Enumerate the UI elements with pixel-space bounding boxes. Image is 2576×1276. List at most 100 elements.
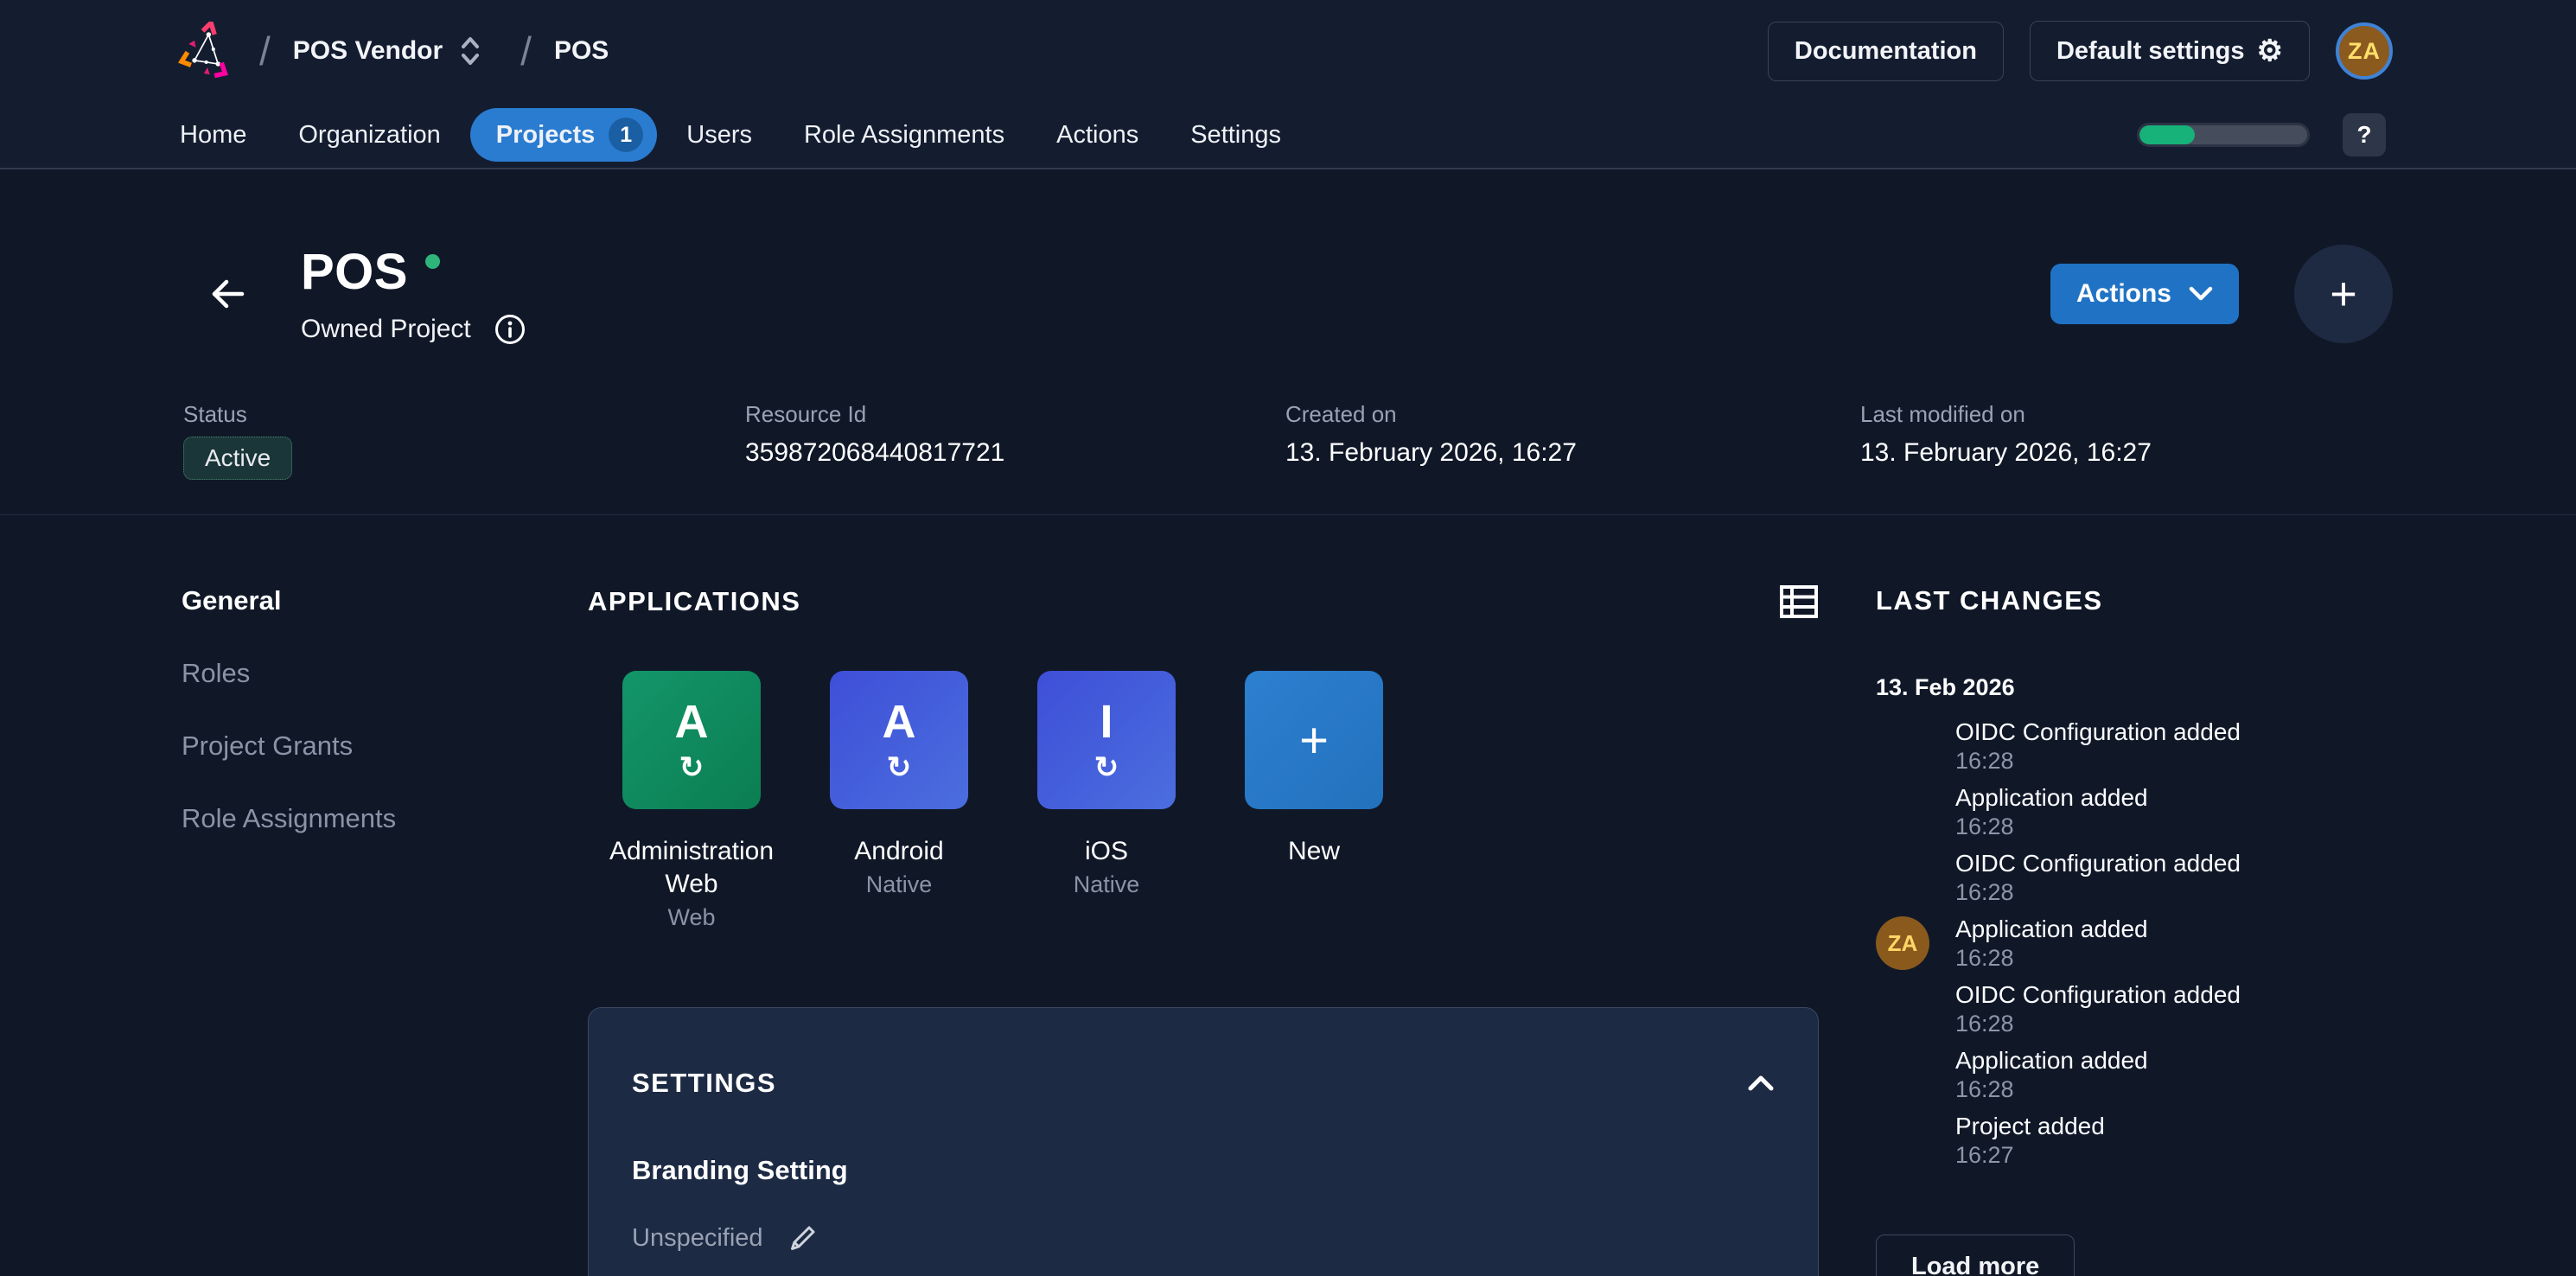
- main-column: APPLICATIONS A ↻ Administrat: [588, 515, 1819, 1276]
- default-settings-button[interactable]: Default settings ⚙: [2030, 21, 2310, 81]
- application-tiles: A ↻ Administration Web Web A ↻ Android N…: [588, 671, 1819, 931]
- app-type: Web: [667, 904, 715, 931]
- sidebar-item-general[interactable]: General: [182, 584, 588, 617]
- app-name[interactable]: Administration Web: [592, 835, 791, 901]
- resource-id-label: Resource Id: [745, 401, 1285, 428]
- status-label: Status: [183, 401, 745, 428]
- change-event[interactable]: OIDC Configuration added 16:28: [1876, 849, 2394, 906]
- last-changes-panel: LAST CHANGES 13. Feb 2026 OIDC Configura…: [1819, 515, 2394, 1276]
- change-event[interactable]: Project added 16:27: [1876, 1112, 2394, 1169]
- change-events: OIDC Configuration added 16:28 Applicati…: [1876, 718, 2394, 1169]
- settings-card: SETTINGS Branding Setting Unspecified: [588, 1007, 1819, 1276]
- breadcrumb-org[interactable]: POS Vendor: [293, 36, 443, 66]
- last-changes-heading: LAST CHANGES: [1876, 584, 2394, 617]
- nav-tabs: Home Organization Projects 1 Users Role …: [157, 108, 1304, 162]
- change-event[interactable]: ZA Application added 16:28: [1876, 915, 2394, 972]
- side-navigation: General Roles Project Grants Role Assign…: [182, 515, 588, 1276]
- chevron-down-icon: [2189, 286, 2213, 302]
- documentation-button[interactable]: Documentation: [1768, 22, 2004, 81]
- app-name[interactable]: Android: [854, 835, 943, 868]
- sidebar-item-roles[interactable]: Roles: [182, 657, 588, 690]
- app-card-new: + New: [1210, 671, 1418, 931]
- collapse-button[interactable]: [1747, 1075, 1775, 1092]
- nav-tab-role-assignments[interactable]: Role Assignments: [781, 111, 1027, 160]
- meta-created: Created on 13. February 2026, 16:27: [1285, 401, 1860, 480]
- info-icon[interactable]: [494, 313, 526, 346]
- change-event[interactable]: Application added 16:28: [1876, 1046, 2394, 1103]
- top-bar: / POS Vendor / POS Documentation Default…: [0, 0, 2576, 169]
- change-event[interactable]: OIDC Configuration added 16:28: [1876, 980, 2394, 1037]
- nav-tab-actions[interactable]: Actions: [1034, 111, 1161, 160]
- sidebar-item-project-grants[interactable]: Project Grants: [182, 730, 588, 762]
- back-button[interactable]: [207, 274, 247, 314]
- nav-tab-settings[interactable]: Settings: [1168, 111, 1304, 160]
- active-status-dot: [425, 254, 440, 269]
- breadcrumb-project[interactable]: POS: [554, 36, 609, 66]
- event-user-avatar: ZA: [1876, 916, 1929, 970]
- branding-setting-value: Unspecified: [632, 1224, 763, 1253]
- app-card-administration-web: A ↻ Administration Web Web: [588, 671, 795, 931]
- created-value: 13. February 2026, 16:27: [1285, 438, 1860, 468]
- app-tile[interactable]: A ↻: [622, 671, 761, 809]
- branding-setting-title: Branding Setting: [632, 1155, 1775, 1186]
- nav-tab-users[interactable]: Users: [664, 111, 775, 160]
- meta-resource-id: Resource Id 359872068440817721: [745, 401, 1285, 480]
- meta-modified: Last modified on 13. February 2026, 16:2…: [1860, 401, 2393, 480]
- help-button[interactable]: ?: [2343, 113, 2386, 156]
- resource-id-value: 359872068440817721: [745, 438, 1285, 468]
- change-event[interactable]: Application added 16:28: [1876, 783, 2394, 840]
- header-actions: Documentation Default settings ⚙ ZA: [1768, 21, 2393, 81]
- app-type: Native: [866, 871, 933, 898]
- new-app-tile[interactable]: +: [1245, 671, 1383, 809]
- status-badge: Active: [183, 437, 292, 480]
- redo-arrow-icon: ↻: [1094, 752, 1119, 783]
- page-title: POS: [301, 242, 408, 303]
- edit-pencil-icon[interactable]: [786, 1221, 820, 1255]
- org-switcher-icon[interactable]: [460, 35, 481, 67]
- nav-tab-projects[interactable]: Projects 1: [470, 108, 657, 162]
- app-type: Native: [1074, 871, 1140, 898]
- load-more-button[interactable]: Load more: [1876, 1235, 2075, 1276]
- app-card-android: A ↻ Android Native: [795, 671, 1003, 931]
- nav-tab-home[interactable]: Home: [157, 111, 269, 160]
- table-view-button[interactable]: [1779, 584, 1819, 619]
- app-initial: A: [883, 697, 916, 747]
- plus-icon: +: [1299, 711, 1329, 769]
- sidebar-item-role-assignments[interactable]: Role Assignments: [182, 802, 588, 835]
- app-name[interactable]: iOS: [1085, 835, 1128, 868]
- chevron-up-icon: [1747, 1075, 1775, 1092]
- usage-progress-bar[interactable]: [2137, 123, 2310, 147]
- app-window: / POS Vendor / POS Documentation Default…: [0, 0, 2576, 1276]
- zitadel-logo-icon[interactable]: [178, 22, 237, 80]
- app-initial: I: [1100, 697, 1113, 747]
- app-name[interactable]: New: [1288, 835, 1340, 868]
- nav-right: ?: [2137, 113, 2386, 156]
- page-header: POS Owned Project Actions: [0, 169, 2576, 515]
- change-event[interactable]: OIDC Configuration added 16:28: [1876, 718, 2394, 775]
- settings-heading: SETTINGS: [632, 1067, 776, 1100]
- actions-dropdown-button[interactable]: Actions: [2050, 264, 2239, 324]
- page-subtitle: Owned Project: [301, 315, 471, 344]
- modified-label: Last modified on: [1860, 401, 2393, 428]
- progress-fill: [2139, 125, 2195, 144]
- projects-count-badge: 1: [609, 118, 643, 152]
- gear-icon: ⚙: [2257, 36, 2283, 66]
- redo-arrow-icon: ↻: [887, 752, 912, 783]
- app-tile[interactable]: I ↻: [1037, 671, 1176, 809]
- modified-value: 13. February 2026, 16:27: [1860, 438, 2393, 468]
- meta-status: Status Active: [183, 401, 745, 480]
- nav-bar: Home Organization Projects 1 Users Role …: [0, 102, 2576, 168]
- header-row: / POS Vendor / POS Documentation Default…: [0, 0, 2576, 102]
- table-icon: [1779, 584, 1819, 619]
- user-avatar[interactable]: ZA: [2336, 22, 2393, 80]
- redo-arrow-icon: ↻: [679, 752, 705, 783]
- breadcrumb: / POS Vendor / POS: [178, 22, 609, 80]
- changes-date: 13. Feb 2026: [1876, 673, 2394, 702]
- applications-heading: APPLICATIONS: [588, 585, 801, 618]
- add-button[interactable]: +: [2294, 245, 2393, 343]
- nav-tab-organization[interactable]: Organization: [276, 111, 462, 160]
- app-initial: A: [675, 697, 709, 747]
- app-tile[interactable]: A ↻: [830, 671, 968, 809]
- created-label: Created on: [1285, 401, 1860, 428]
- content-area: General Roles Project Grants Role Assign…: [0, 515, 2576, 1276]
